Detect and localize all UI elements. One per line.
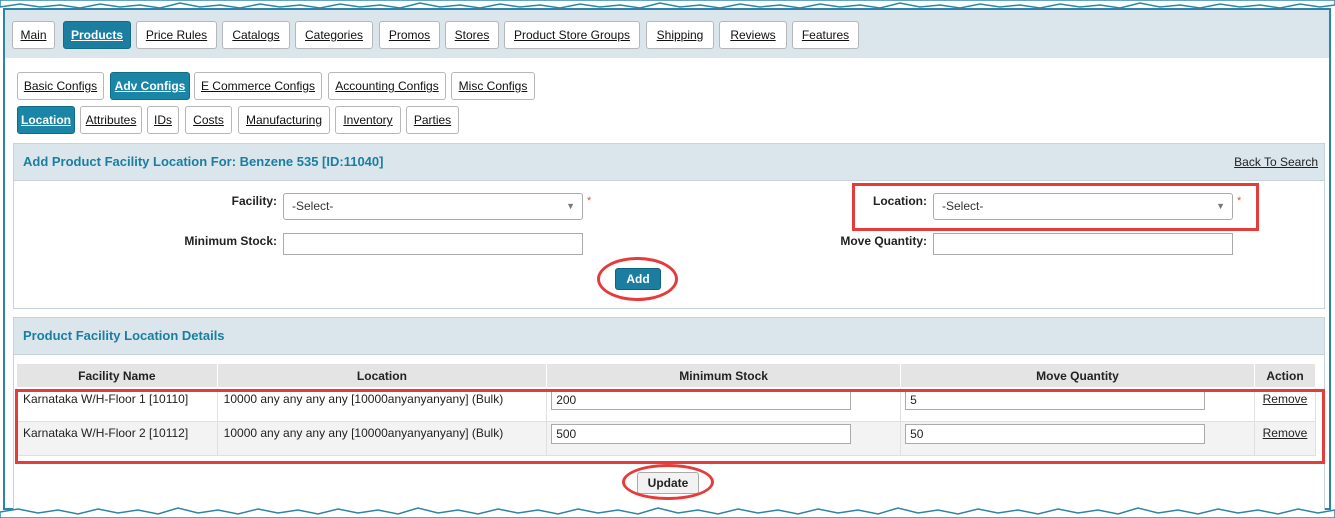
add-location-title: Add Product Facility Location For: Benze…	[23, 154, 384, 169]
tab-reviews[interactable]: Reviews	[719, 21, 787, 49]
col-location: Location	[216, 363, 548, 388]
required-asterisk: *	[1237, 195, 1242, 207]
action-cell: Remove	[1253, 421, 1317, 456]
tab-promos[interactable]: Promos	[379, 21, 440, 49]
details-header: Product Facility Location Details	[13, 317, 1325, 355]
add-button[interactable]: Add	[615, 268, 661, 290]
tab-products[interactable]: Products	[63, 21, 131, 49]
tab-features[interactable]: Features	[792, 21, 859, 49]
action-cell: Remove	[1253, 387, 1317, 422]
location-cell: 10000 any any any any [10000anyanyanyany…	[216, 387, 548, 422]
min-stock-input[interactable]	[283, 233, 583, 255]
min-stock-cell: 500	[546, 421, 902, 456]
tab-adv-configs[interactable]: Adv Configs	[110, 72, 190, 100]
main-tab-bar: Main Products Price Rules Catalogs Categ…	[5, 10, 1329, 58]
facility-select-value: -Select-	[292, 199, 334, 213]
col-action: Action	[1253, 363, 1317, 388]
tab-categories[interactable]: Categories	[295, 21, 373, 49]
chevron-down-icon: ▼	[566, 201, 575, 211]
move-qty-cell: 50	[900, 421, 1255, 456]
table-header-row: Facility Name Location Minimum Stock Mov…	[16, 363, 1317, 388]
table-row: Karnataka W/H-Floor 1 [10110] 10000 any …	[16, 387, 1317, 422]
add-location-form: Facility: -Select- ▼ * Minimum Stock: Lo…	[13, 181, 1325, 309]
min-stock-label: Minimum Stock:	[184, 234, 277, 248]
tab-stores[interactable]: Stores	[445, 21, 499, 49]
row-move-qty-input[interactable]: 5	[905, 390, 1206, 410]
tab-accounting-configs[interactable]: Accounting Configs	[328, 72, 446, 100]
required-asterisk: *	[587, 195, 592, 207]
details-title: Product Facility Location Details	[23, 328, 225, 343]
row-min-stock-input[interactable]: 500	[551, 424, 852, 444]
location-label: Location:	[873, 194, 927, 208]
tab-basic-configs[interactable]: Basic Configs	[17, 72, 104, 100]
tab-shipping[interactable]: Shipping	[646, 21, 714, 49]
tab-catalogs[interactable]: Catalogs	[222, 21, 290, 49]
remove-link[interactable]: Remove	[1263, 426, 1308, 440]
location-select[interactable]: -Select- ▼	[933, 193, 1233, 220]
move-qty-label: Move Quantity:	[840, 234, 927, 248]
torn-edge-top	[0, 0, 1335, 9]
facility-name-cell: Karnataka W/H-Floor 2 [10112]	[16, 421, 218, 456]
update-button[interactable]: Update	[637, 472, 699, 494]
move-qty-input[interactable]	[933, 233, 1233, 255]
col-minimum-stock: Minimum Stock	[546, 363, 902, 388]
col-move-quantity: Move Quantity	[900, 363, 1255, 388]
facility-label: Facility:	[231, 194, 277, 208]
row-move-qty-input[interactable]: 50	[905, 424, 1206, 444]
chevron-down-icon: ▼	[1216, 201, 1225, 211]
tab-costs[interactable]: Costs	[185, 106, 232, 134]
tab-main[interactable]: Main	[12, 21, 55, 49]
move-qty-cell: 5	[900, 387, 1255, 422]
location-select-value: -Select-	[942, 199, 984, 213]
tab-price-rules[interactable]: Price Rules	[136, 21, 217, 49]
location-cell: 10000 any any any any [10000anyanyanyany…	[216, 421, 548, 456]
tab-location[interactable]: Location	[17, 106, 75, 134]
min-stock-cell: 200	[546, 387, 902, 422]
torn-edge-bottom	[0, 507, 1335, 518]
back-to-search-link[interactable]: Back To Search	[1234, 144, 1318, 180]
tab-attributes[interactable]: Attributes	[80, 106, 142, 134]
tab-product-store-groups[interactable]: Product Store Groups	[504, 21, 640, 49]
row-min-stock-input[interactable]: 200	[551, 390, 852, 410]
remove-link[interactable]: Remove	[1263, 392, 1308, 406]
tab-misc-configs[interactable]: Misc Configs	[451, 72, 535, 100]
tab-inventory[interactable]: Inventory	[335, 106, 401, 134]
facility-location-table: Facility Name Location Minimum Stock Mov…	[16, 363, 1317, 456]
tab-manufacturing[interactable]: Manufacturing	[238, 106, 330, 134]
facility-name-cell: Karnataka W/H-Floor 1 [10110]	[16, 387, 218, 422]
tab-ids[interactable]: IDs	[147, 106, 179, 134]
table-row: Karnataka W/H-Floor 2 [10112] 10000 any …	[16, 421, 1317, 456]
col-facility-name: Facility Name	[16, 363, 218, 388]
facility-select[interactable]: -Select- ▼	[283, 193, 583, 220]
add-location-header: Add Product Facility Location For: Benze…	[13, 143, 1325, 181]
tab-parties[interactable]: Parties	[406, 106, 459, 134]
tab-e-commerce-configs[interactable]: E Commerce Configs	[194, 72, 322, 100]
